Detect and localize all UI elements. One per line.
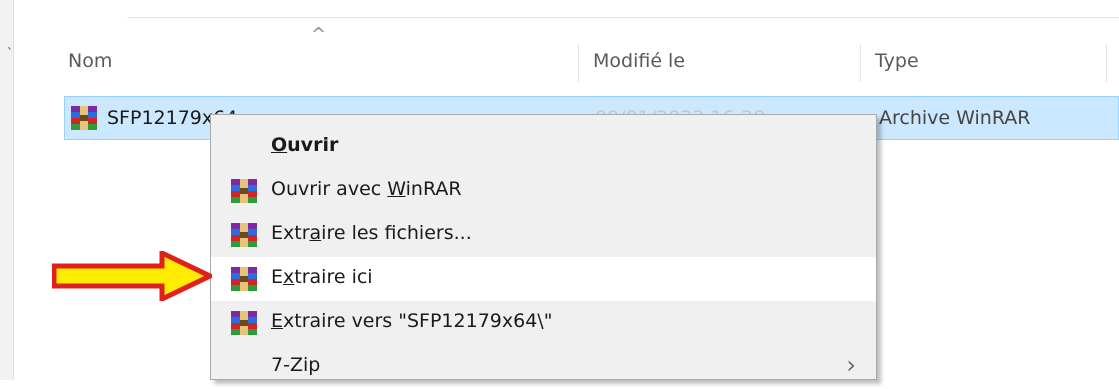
column-header-modified[interactable]: Modifié le bbox=[593, 38, 873, 84]
menu-item-ouvrir-avec-winrar[interactable]: Ouvrir avec WinRAR bbox=[211, 169, 876, 213]
menu-item-extraire-ici[interactable]: Extraire ici bbox=[211, 257, 876, 301]
column-separator[interactable] bbox=[578, 44, 579, 82]
menu-item-extraire-vers[interactable]: Extraire vers "SFP12179x64\" bbox=[211, 301, 876, 345]
red-yellow-arrow-icon bbox=[51, 249, 216, 305]
file-type: Archive WinRAR bbox=[879, 107, 1031, 129]
menu-item-7zip[interactable]: 7-Zip › bbox=[211, 345, 876, 389]
menu-item-label: Extraire les fichiers... bbox=[271, 222, 472, 244]
menu-item-label: Ouvrir bbox=[271, 134, 339, 156]
menu-item-label: Extraire vers "SFP12179x64\" bbox=[271, 310, 553, 332]
context-menu: Ouvrir Ouvrir avec WinRAR Extraire les f… bbox=[210, 114, 877, 380]
column-header-type[interactable]: Type bbox=[875, 38, 1115, 84]
winrar-icon bbox=[231, 223, 257, 251]
chevron-right-icon: › bbox=[846, 351, 856, 379]
column-separator[interactable] bbox=[1106, 44, 1107, 82]
top-divider bbox=[127, 17, 1119, 18]
winrar-icon bbox=[231, 179, 257, 207]
winrar-icon bbox=[231, 267, 257, 295]
pane-marker-icon: ` bbox=[7, 46, 13, 60]
column-header: ^ Nom Modifié le Type bbox=[63, 24, 1119, 84]
menu-item-ouvrir[interactable]: Ouvrir bbox=[211, 125, 876, 169]
column-header-name[interactable]: Nom bbox=[68, 38, 578, 84]
column-separator[interactable] bbox=[860, 44, 861, 82]
winrar-icon bbox=[231, 311, 257, 339]
menu-item-label: 7-Zip bbox=[271, 354, 321, 376]
menu-item-extraire-les-fichiers[interactable]: Extraire les fichiers... bbox=[211, 213, 876, 257]
winrar-icon bbox=[71, 106, 97, 134]
menu-item-label: Ouvrir avec WinRAR bbox=[271, 178, 462, 200]
menu-item-label: Extraire ici bbox=[271, 266, 373, 288]
navigation-pane[interactable]: ` bbox=[0, 0, 14, 380]
